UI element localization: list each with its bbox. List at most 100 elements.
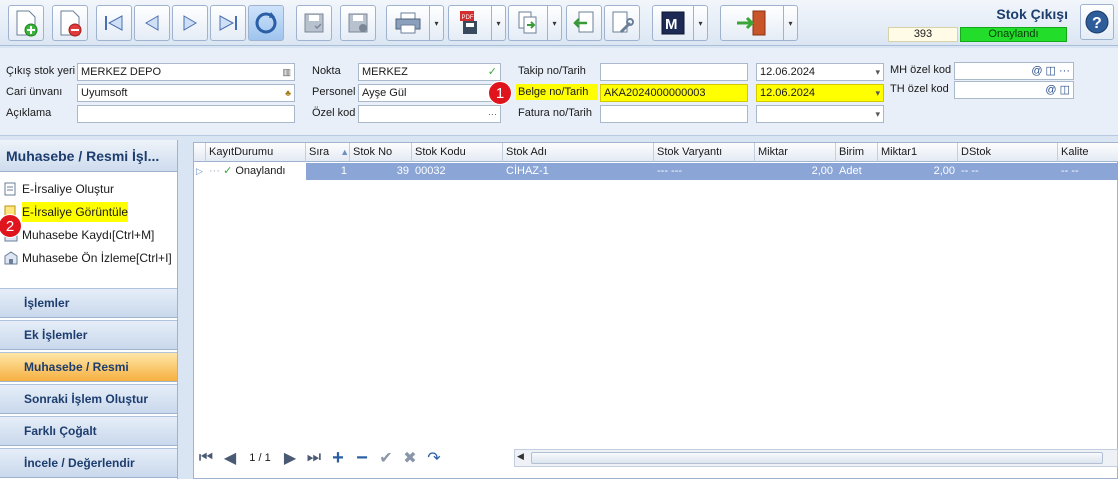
help-icon: ? bbox=[1085, 10, 1109, 34]
last-page-icon[interactable]: ⏭ bbox=[302, 446, 326, 470]
row-indicator-header bbox=[194, 143, 206, 162]
menu-item-e-irsaliye-goruntule[interactable]: E-İrsaliye Görüntüle bbox=[4, 202, 129, 222]
print-button[interactable] bbox=[386, 5, 430, 41]
people-icon[interactable]: ♣ bbox=[285, 85, 291, 101]
tools-button[interactable] bbox=[604, 5, 640, 41]
column-header-kalite[interactable]: Kalite bbox=[1058, 143, 1118, 162]
group-farkli-cogalt[interactable]: Farklı Çoğalt bbox=[0, 416, 177, 446]
ellipsis-icon[interactable]: ··· bbox=[488, 106, 497, 122]
svg-text:PDF: PDF bbox=[462, 15, 474, 21]
import-button[interactable] bbox=[566, 5, 602, 41]
remove-row-icon[interactable]: − bbox=[350, 446, 374, 470]
belge-date-field[interactable]: 12.06.2024 ▾ bbox=[756, 84, 884, 102]
group-islemler[interactable]: İşlemler bbox=[0, 288, 177, 318]
column-header-dstok[interactable]: DStok bbox=[958, 143, 1058, 162]
menu-item-muhasebe-on-izleme[interactable]: Muhasebe Ön İzleme[Ctrl+I] bbox=[4, 248, 172, 268]
delete-button[interactable] bbox=[52, 5, 88, 41]
printer-icon bbox=[395, 12, 421, 34]
previous-page-icon[interactable]: ◀ bbox=[218, 446, 242, 470]
aciklama-field[interactable] bbox=[77, 105, 295, 123]
lookup-icon[interactable]: ▥ bbox=[282, 64, 291, 80]
last-record-button[interactable] bbox=[210, 5, 246, 41]
toolbar: ▾ PDF ▾ ▾ M ▾ ▾ Stok Çıkışı 393 Onayland… bbox=[0, 0, 1118, 46]
previous-record-button[interactable] bbox=[134, 5, 170, 41]
refresh-button[interactable] bbox=[248, 5, 284, 41]
th-ozel-kod-label: TH özel kod bbox=[890, 83, 949, 95]
fatura-no-field[interactable] bbox=[600, 105, 748, 123]
personel-field[interactable]: Ayşe Gül bbox=[358, 84, 501, 102]
menu-item-muhasebe-kaydi[interactable]: Muhasebe Kaydı[Ctrl+M] bbox=[4, 225, 154, 245]
copy-dropdown[interactable]: ▾ bbox=[548, 5, 562, 41]
at-lookup-icon[interactable]: @ ◫ bbox=[1045, 82, 1070, 98]
m-menu-button[interactable]: M bbox=[652, 5, 694, 41]
group-ek-islemler[interactable]: Ek İşlemler bbox=[0, 320, 177, 350]
exit-dropdown[interactable]: ▾ bbox=[784, 5, 798, 41]
group-sonraki-islem-olustur[interactable]: Sonraki İşlem Oluştur bbox=[0, 384, 177, 414]
group-incele-degerlendir[interactable]: İncele / Değerlendir bbox=[0, 448, 177, 478]
belge-no-field[interactable]: AKA2024000000003 bbox=[600, 84, 748, 102]
stock-grid: KayıtDurumu Sıra ▲ Stok No Stok Kodu Sto… bbox=[193, 142, 1118, 479]
column-header-miktar[interactable]: Miktar bbox=[755, 143, 836, 162]
cikis-stok-yeri-field[interactable]: MERKEZ DEPO ▥ bbox=[77, 63, 295, 81]
fatura-date-field[interactable]: ▾ bbox=[756, 105, 884, 123]
column-header-stok-varyanti[interactable]: Stok Varyantı bbox=[654, 143, 755, 162]
export-dropdown[interactable]: ▾ bbox=[492, 5, 506, 41]
chevron-down-icon[interactable]: ▾ bbox=[875, 85, 880, 101]
table-row[interactable]: ▷ ··· ✓ Onaylandı 1 39 00032 CİHAZ-1 ---… bbox=[194, 163, 1118, 180]
next-page-icon[interactable]: ▶ bbox=[278, 446, 302, 470]
takip-date-field[interactable]: 12.06.2024 ▾ bbox=[756, 63, 884, 81]
redo-icon[interactable]: ↷ bbox=[422, 446, 446, 470]
save-button[interactable] bbox=[296, 5, 332, 41]
chevron-down-icon[interactable]: ▾ bbox=[875, 106, 880, 122]
cari-unvani-label: Cari ünvanı bbox=[6, 86, 63, 98]
status-badge: Onaylandı bbox=[960, 27, 1067, 42]
scrollbar-thumb[interactable] bbox=[531, 452, 1103, 464]
add-row-icon[interactable]: + bbox=[326, 446, 350, 470]
exit-door-icon bbox=[737, 10, 766, 36]
at-lookup-icon[interactable]: @ ◫ ··· bbox=[1031, 63, 1070, 79]
scroll-left-icon[interactable]: ◀ bbox=[517, 451, 524, 462]
menu-item-label: Muhasebe Ön İzleme[Ctrl+I] bbox=[22, 251, 172, 265]
menu-item-e-irsaliye-olustur[interactable]: E-İrsaliye Oluştur bbox=[4, 179, 114, 199]
cikis-stok-yeri-label: Çıkış stok yeri bbox=[6, 65, 76, 77]
first-page-icon[interactable]: ⏮ bbox=[194, 446, 218, 470]
next-record-button[interactable] bbox=[172, 5, 208, 41]
column-header-miktar1[interactable]: Miktar1 bbox=[878, 143, 958, 162]
takip-no-field[interactable] bbox=[600, 63, 748, 81]
print-dropdown[interactable]: ▾ bbox=[430, 5, 444, 41]
confirm-icon[interactable]: ✔ bbox=[374, 446, 398, 470]
first-record-icon bbox=[105, 15, 123, 31]
kalite-cell: -- -- bbox=[1058, 163, 1118, 180]
export-pdf-button[interactable]: PDF bbox=[448, 5, 492, 41]
exit-button[interactable] bbox=[720, 5, 784, 41]
column-header-stok-no[interactable]: Stok No bbox=[350, 143, 412, 162]
save-icon bbox=[304, 13, 324, 33]
column-header-stok-adi[interactable]: Stok Adı bbox=[503, 143, 654, 162]
cancel-save-button[interactable] bbox=[340, 5, 376, 41]
new-button[interactable] bbox=[8, 5, 44, 41]
check-icon[interactable]: ✓ bbox=[488, 64, 497, 80]
mh-ozel-kod-field[interactable]: @ ◫ ··· bbox=[954, 62, 1074, 80]
horizontal-scrollbar[interactable]: ◀ bbox=[514, 449, 1118, 467]
next-record-icon bbox=[183, 15, 197, 31]
pdf-icon: PDF bbox=[460, 11, 477, 34]
chevron-down-icon[interactable]: ▾ bbox=[875, 64, 880, 80]
takip-no-label: Takip no/Tarih bbox=[518, 65, 586, 77]
aciklama-label: Açıklama bbox=[6, 107, 52, 119]
cancel-icon[interactable]: ✖ bbox=[398, 446, 422, 470]
nokta-field[interactable]: MERKEZ ✓ bbox=[358, 63, 501, 81]
first-record-button[interactable] bbox=[96, 5, 132, 41]
cari-unvani-field[interactable]: Uyumsoft ♣ bbox=[77, 84, 295, 102]
group-muhasebe-resmi-islemler[interactable]: Muhasebe / Resmi İşlemler bbox=[0, 352, 177, 402]
th-ozel-kod-field[interactable]: @ ◫ bbox=[954, 81, 1074, 99]
column-header-birim[interactable]: Birim bbox=[836, 143, 878, 162]
building-icon bbox=[4, 251, 18, 265]
m-menu-dropdown[interactable]: ▾ bbox=[694, 5, 708, 41]
ozel-kod-field[interactable]: ··· bbox=[358, 105, 501, 123]
column-header-kayit-durumu[interactable]: KayıtDurumu bbox=[206, 143, 306, 162]
copy-button[interactable] bbox=[508, 5, 548, 41]
takip-date-value: 12.06.2024 bbox=[760, 66, 816, 78]
column-header-stok-kodu[interactable]: Stok Kodu bbox=[412, 143, 503, 162]
column-header-sira[interactable]: Sıra ▲ bbox=[306, 143, 350, 162]
help-button[interactable]: ? bbox=[1080, 4, 1114, 40]
